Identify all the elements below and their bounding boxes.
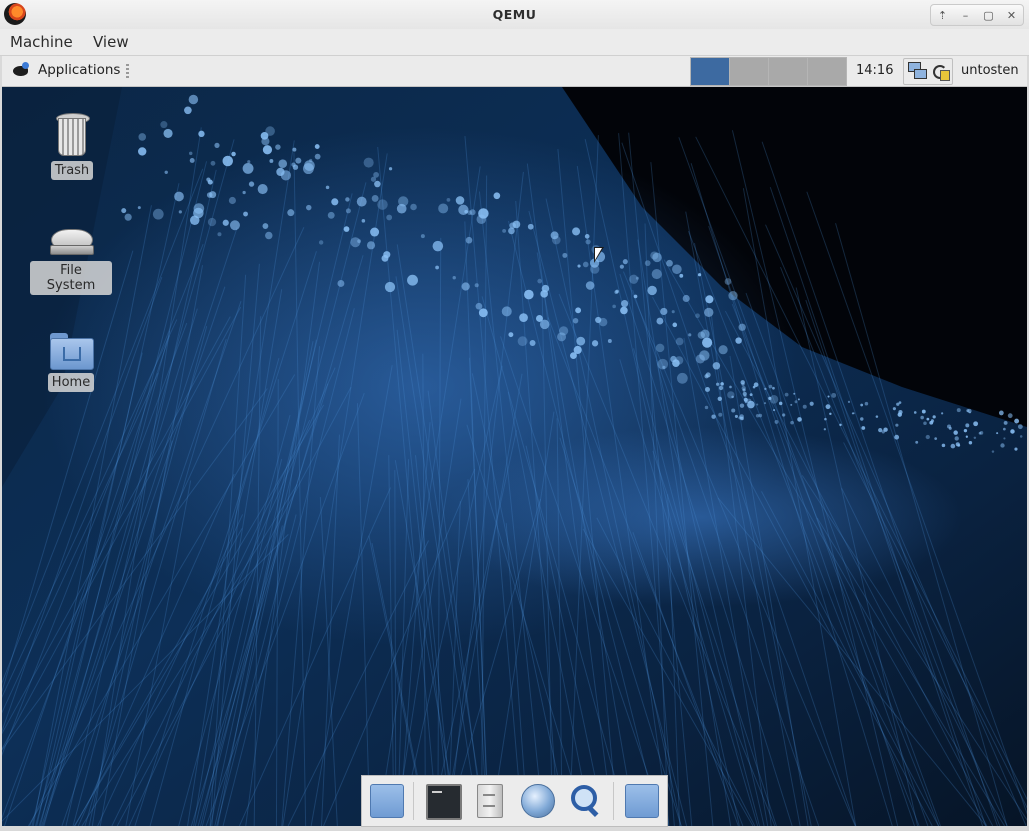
workspace-4[interactable] [807, 57, 847, 86]
dock-separator [413, 782, 414, 820]
web-browser-icon[interactable] [521, 784, 555, 818]
top-panel: Applications 14:16 untosten [2, 56, 1027, 87]
trash-icon [54, 113, 90, 157]
desktop-icon-trash[interactable]: Trash [31, 113, 113, 180]
menu-view[interactable]: View [93, 33, 129, 51]
menu-bar: Machine View [0, 29, 1029, 56]
window-titlebar[interactable]: QEMU ⇡ – ▢ ✕ [0, 0, 1029, 30]
panel-separator [126, 64, 129, 78]
file-cabinet-icon[interactable] [477, 784, 503, 818]
workspace-3[interactable] [768, 57, 808, 86]
desktop-icon-label: File System [30, 261, 112, 295]
close-button[interactable]: ✕ [1003, 9, 1021, 22]
network-icon[interactable] [908, 62, 928, 80]
desktop-icon-label: Trash [50, 161, 94, 180]
desktop-icon-file-system[interactable]: File System [30, 225, 112, 295]
fiber-optic-wallpaper [2, 87, 1027, 826]
window-controls: ⇡ – ▢ ✕ [930, 4, 1024, 26]
menu-machine[interactable]: Machine [10, 33, 73, 51]
applications-label: Applications [38, 62, 121, 78]
desktop[interactable]: Trash File System Home [2, 87, 1027, 826]
window-title: QEMU [492, 7, 537, 22]
user-menu[interactable]: untosten [961, 63, 1019, 78]
search-icon[interactable] [569, 784, 601, 816]
system-tray [903, 58, 953, 85]
xfce-mouse-icon [10, 60, 32, 80]
mouse-cursor-icon [594, 247, 604, 263]
file-manager-icon[interactable] [370, 784, 404, 818]
applications-menu-button[interactable]: Applications [10, 60, 120, 80]
workspace-2[interactable] [729, 57, 769, 86]
dock-panel [361, 775, 668, 827]
drive-icon [49, 225, 94, 257]
minimize-button[interactable]: – [957, 9, 975, 22]
folder-icon[interactable] [625, 784, 659, 818]
power-plug-icon[interactable] [931, 62, 950, 81]
desktop-icon-label: Home [47, 373, 95, 392]
home-folder-icon [50, 333, 94, 370]
maximize-button[interactable]: ▢ [980, 9, 998, 22]
panel-clock[interactable]: 14:16 [856, 63, 893, 78]
shade-button[interactable]: ⇡ [934, 9, 952, 22]
workspace-1[interactable] [690, 57, 730, 86]
terminal-icon[interactable] [426, 784, 462, 820]
dock-separator [613, 782, 614, 820]
desktop-icon-home[interactable]: Home [30, 333, 112, 392]
